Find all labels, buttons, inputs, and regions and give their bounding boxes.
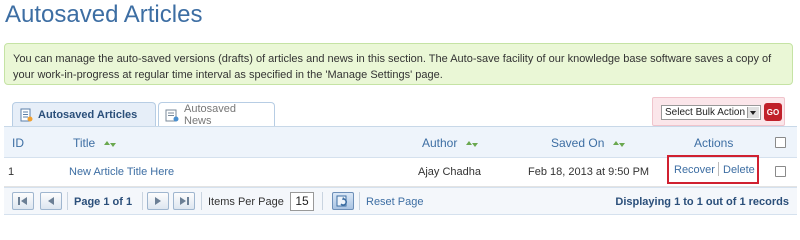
- items-per-page-label: Items Per Page: [208, 196, 284, 208]
- divider: [322, 192, 323, 210]
- divider: [201, 192, 202, 210]
- divider: [142, 192, 143, 210]
- first-page-icon: [18, 197, 27, 205]
- go-button[interactable]: GO: [764, 103, 782, 121]
- next-page-icon: [155, 197, 161, 205]
- info-message: You can manage the auto-saved versions (…: [4, 43, 793, 85]
- select-all-checkbox[interactable]: [775, 137, 786, 148]
- table-header: ID Title Author Saved On Actions: [4, 127, 797, 158]
- row-saved-on: Feb 18, 2013 at 9:50 PM: [528, 166, 650, 178]
- row-title-link[interactable]: New Article Title Here: [69, 166, 174, 178]
- sort-icon: [612, 140, 625, 147]
- last-page-button[interactable]: [173, 192, 195, 210]
- pagination-bar: Page 1 of 1 Items Per Page 15 Reset Page…: [4, 187, 797, 215]
- divider: [359, 192, 360, 210]
- refresh-icon: [336, 195, 347, 207]
- refresh-button[interactable]: [332, 192, 354, 210]
- column-title[interactable]: Title: [73, 136, 117, 150]
- tab-label: Autosaved News: [184, 102, 236, 127]
- divider: [67, 192, 68, 210]
- tab-autosaved-news[interactable]: Autosaved News: [158, 102, 275, 127]
- next-page-button[interactable]: [147, 192, 169, 210]
- bulk-action-value: Select Bulk Action: [665, 107, 746, 118]
- column-title-label: Title: [73, 136, 96, 150]
- column-author[interactable]: Author: [422, 136, 479, 150]
- recover-link[interactable]: Recover: [674, 164, 715, 176]
- record-count: Displaying 1 to 1 out of 1 records: [615, 196, 789, 208]
- last-page-icon: [180, 197, 189, 205]
- first-page-button[interactable]: [12, 192, 34, 210]
- article-icon: [19, 108, 33, 122]
- column-saved-on-label: Saved On: [551, 136, 605, 150]
- sort-icon: [103, 140, 116, 147]
- row-author: Ajay Chadha: [418, 166, 481, 178]
- page-title: Autosaved Articles: [5, 1, 203, 28]
- row-checkbox[interactable]: [775, 166, 786, 177]
- delete-link[interactable]: Delete: [723, 164, 755, 176]
- tab-autosaved-articles[interactable]: Autosaved Articles: [12, 102, 156, 127]
- prev-page-icon: [48, 197, 54, 205]
- sort-icon: [465, 140, 478, 147]
- bulk-action-panel: Select Bulk Action GO: [652, 97, 785, 126]
- items-per-page-input[interactable]: 15: [290, 192, 314, 211]
- page-info: Page 1 of 1: [74, 196, 133, 208]
- news-icon: [165, 108, 179, 122]
- prev-page-button[interactable]: [40, 192, 62, 210]
- bulk-action-select[interactable]: Select Bulk Action: [661, 105, 761, 120]
- column-author-label: Author: [422, 136, 458, 150]
- row-id: 1: [8, 166, 15, 178]
- column-saved-on[interactable]: Saved On: [551, 136, 626, 150]
- action-divider: [718, 162, 719, 176]
- reset-page-link[interactable]: Reset Page: [366, 196, 423, 208]
- column-actions: Actions: [694, 136, 734, 150]
- chevron-down-icon: [747, 107, 759, 118]
- tab-label: Autosaved Articles: [38, 109, 138, 121]
- column-id: ID: [12, 136, 24, 150]
